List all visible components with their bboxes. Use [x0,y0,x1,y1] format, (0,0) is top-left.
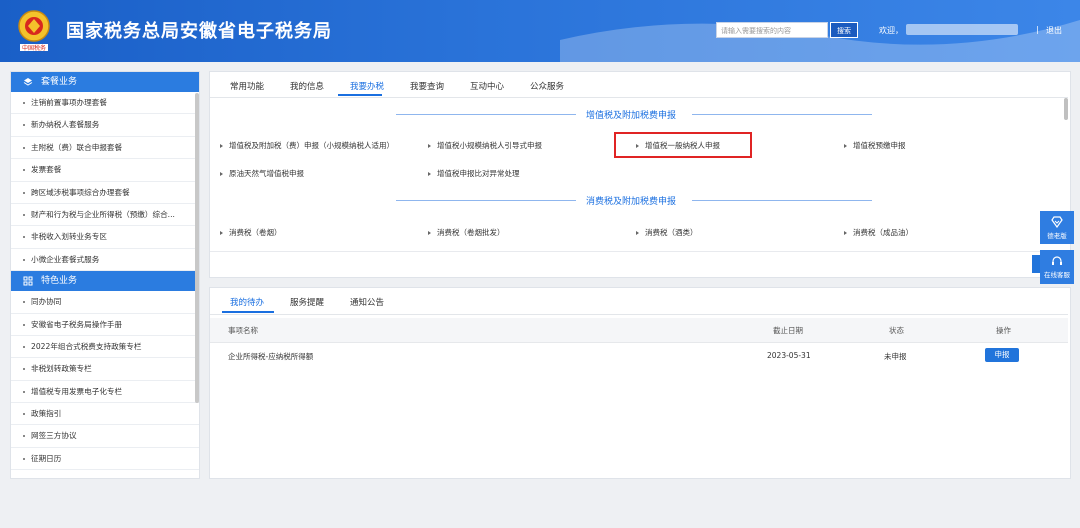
sidebar-item[interactable]: 注销前置事项办理套餐 [11,92,199,115]
arrow-right-icon [844,144,847,148]
link-vat-oil-gas[interactable]: 原油天然气增值税申报 [220,168,304,179]
arrow-right-icon [428,172,431,176]
welcome-text: 欢迎， [879,26,903,35]
section-divider [396,114,576,115]
tab-notices[interactable]: 通知公告 [350,296,384,308]
arrow-right-icon [220,172,223,176]
tax-service-panel: 常用功能 我的信息 我要办税 我要查询 互动中心 公众服务 增值税及附加税费申报… [209,71,1071,278]
sidebar-scrollbar[interactable] [195,93,199,403]
sidebar-item[interactable]: 2022年组合式税费支持政策专栏 [11,336,199,359]
link-vat-small-scale[interactable]: 增值税及附加税（费）申报（小规模纳税人适用） [220,140,394,151]
sidebar-item[interactable]: 主附税（费）联合申报套餐 [11,137,199,160]
headset-icon [1052,256,1062,265]
sidebar-item[interactable]: 新办纳税人套餐服务 [11,114,199,137]
main-tab-bar: 常用功能 我的信息 我要办税 我要查询 互动中心 公众服务 [210,72,1068,98]
link-consumption-alcohol[interactable]: 消费税（酒类） [636,227,698,238]
tax-emblem-icon: 中国税务 [18,10,50,52]
sidebar-item[interactable]: 征期日历 [11,448,199,471]
sidebar-section-label: 套餐业务 [41,77,78,87]
active-tab-indicator [338,94,382,96]
diamond-icon [1051,216,1063,228]
col-deadline: 截止日期 [773,326,803,335]
tab-common[interactable]: 常用功能 [230,80,264,92]
arrow-right-icon [220,231,223,235]
tab-tax-handling[interactable]: 我要办税 [350,80,384,92]
sidebar-item[interactable]: 安徽省电子税务局操作手册 [11,314,199,336]
row-item-name: 企业所得税-应纳税所得额 [228,352,314,361]
todo-tab-bar: 我的待办 服务提醒 通知公告 [210,288,1068,315]
arrow-right-icon [428,144,431,148]
sidebar-section-package[interactable]: 套餐业务 [11,72,199,92]
col-status: 状态 [889,326,904,335]
sidebar-section-label: 特色业务 [41,276,78,287]
layers-icon [23,78,33,86]
tab-my-todo[interactable]: 我的待办 [230,296,264,308]
sidebar-item[interactable]: 跨区域涉税事项综合办理套餐 [11,182,199,204]
row-status: 未申报 [884,352,907,361]
user-name-blurred [906,24,1018,35]
sidebar: 套餐业务 注销前置事项办理套餐 新办纳税人套餐服务 主附税（费）联合申报套餐 发… [10,71,200,479]
link-consumption-cigarette-wholesale[interactable]: 消费税（卷烟批发） [428,227,505,238]
sidebar-item[interactable]: 政策指引 [11,403,199,426]
panel-scrollbar[interactable] [1064,98,1068,120]
sidebar-item[interactable]: 小微企业套餐式服务 [11,249,199,272]
online-service-button[interactable]: 在线客服 [1040,250,1074,284]
sidebar-item[interactable]: 增值税专用发票电子化专栏 [11,381,199,404]
tab-reminders[interactable]: 服务提醒 [290,296,324,308]
section-divider [396,200,576,201]
link-vat-prepay[interactable]: 增值税预缴申报 [844,140,906,151]
section-title-vat: 增值税及附加税费申报 [586,111,677,121]
search-input[interactable]: 请输入需要搜索的内容 [716,22,828,38]
todo-panel: 我的待办 服务提醒 通知公告 事项名称 截止日期 状态 操作 企业所得税-应纳税… [209,287,1071,479]
logout-link[interactable]: 退出 [1046,25,1062,36]
grid-icon [23,276,33,286]
sidebar-item[interactable]: 财产和行为税与企业所得税（预缴）综合... [11,204,199,227]
tab-my-info[interactable]: 我的信息 [290,80,324,92]
header-separator: | [1036,25,1039,34]
row-deadline: 2023-05-31 [767,351,811,360]
sidebar-item[interactable]: 非税收入划转业务专区 [11,226,199,249]
link-consumption-oil[interactable]: 消费税（成品油） [844,227,913,238]
sidebar-item[interactable]: 非税划转政策专栏 [11,358,199,381]
header-bar: 中国税务 国家税务总局安徽省电子税务局 请输入需要搜索的内容 搜索 欢迎， | … [0,0,1080,62]
sidebar-item[interactable]: 发票套餐 [11,159,199,182]
sidebar-item[interactable]: 同办协同 [11,291,199,314]
table-header: 事项名称 截止日期 状态 操作 [210,318,1068,343]
site-title: 国家税务总局安徽省电子税务局 [66,21,332,42]
tab-interaction[interactable]: 互动中心 [470,80,504,92]
section-divider [692,200,872,201]
section-divider [692,114,872,115]
panel-divider [210,251,1068,252]
tab-query[interactable]: 我要查询 [410,80,444,92]
highlight-box [614,132,752,158]
elder-mode-button[interactable]: 德老版 [1040,211,1074,244]
arrow-right-icon [428,231,431,235]
section-title-consumption: 消费税及附加税费申报 [586,197,677,207]
search-button[interactable]: 搜索 [830,22,858,38]
col-action: 操作 [996,326,1011,335]
tab-public-service[interactable]: 公众服务 [530,80,564,92]
col-item-name: 事项名称 [228,326,258,335]
arrow-right-icon [844,231,847,235]
sidebar-item[interactable]: 网签三方协议 [11,425,199,448]
link-vat-anomaly[interactable]: 增值税申报比对异常处理 [428,168,520,179]
sidebar-section-featured[interactable]: 特色业务 [11,271,199,292]
link-consumption-cigarette[interactable]: 消费税（卷烟） [220,227,282,238]
link-vat-small-guided[interactable]: 增值税小规模纳税人引导式申报 [428,140,542,151]
declare-button[interactable]: 申报 [985,348,1019,362]
active-tab-indicator [222,311,274,313]
arrow-right-icon [220,144,223,148]
svg-text:中国税务: 中国税务 [22,44,46,52]
arrow-right-icon [636,231,639,235]
